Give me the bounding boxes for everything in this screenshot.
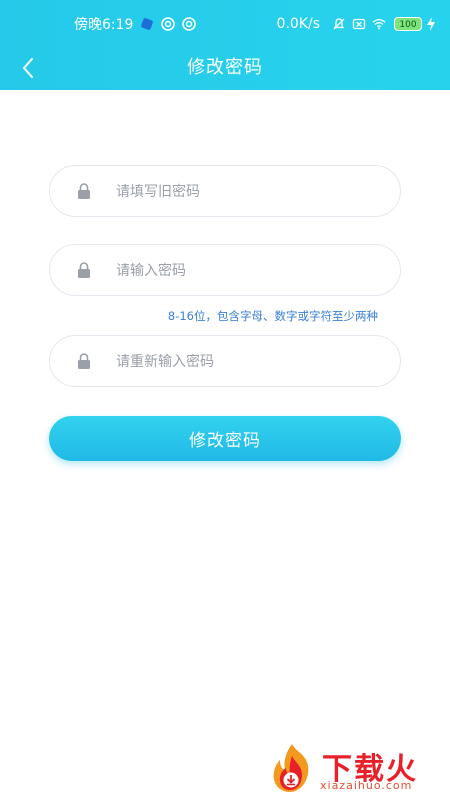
status-bar: 傍晚6:19 0.0K/s 100 [0,0,450,48]
new-password-field[interactable] [49,244,401,297]
new-password-input[interactable] [114,245,378,297]
mute-icon [333,18,345,30]
lock-icon [78,262,90,278]
battery-icon: 100 [394,17,422,31]
nav-bar: 修改密码 [0,48,450,90]
password-rule-hint: 8-16位，包含字母、数字或字符至少两种 [167,309,378,323]
app-notification-icon [141,18,154,30]
sim-icon [352,18,366,30]
status-bar-left: 傍晚6:19 [74,15,203,33]
status-bar-right: 0.0K/s 100 [277,15,436,33]
network-speed: 0.0K/s [276,16,320,32]
old-password-input[interactable] [114,166,378,218]
lock-icon [78,183,90,199]
status-time: 傍晚6:19 [74,17,134,33]
confirm-password-input[interactable] [114,336,378,388]
old-password-field[interactable] [49,165,401,218]
submit-change-password-button[interactable]: 修改密码 [49,416,401,461]
page-title: 修改密码 [187,57,263,78]
lock-icon [78,353,90,369]
confirm-password-field[interactable] [49,335,401,388]
wifi-icon [372,18,386,30]
app-notification-icon [182,17,197,31]
flame-logo-icon [273,744,309,792]
app-notification-icon [161,17,176,31]
watermark-url: xiazaihuo.com [320,779,413,792]
charging-icon [427,17,435,31]
app-header: 傍晚6:19 0.0K/s 100 修改密码 [0,0,450,90]
watermark: 下载火 xiazaihuo.com [262,740,448,798]
